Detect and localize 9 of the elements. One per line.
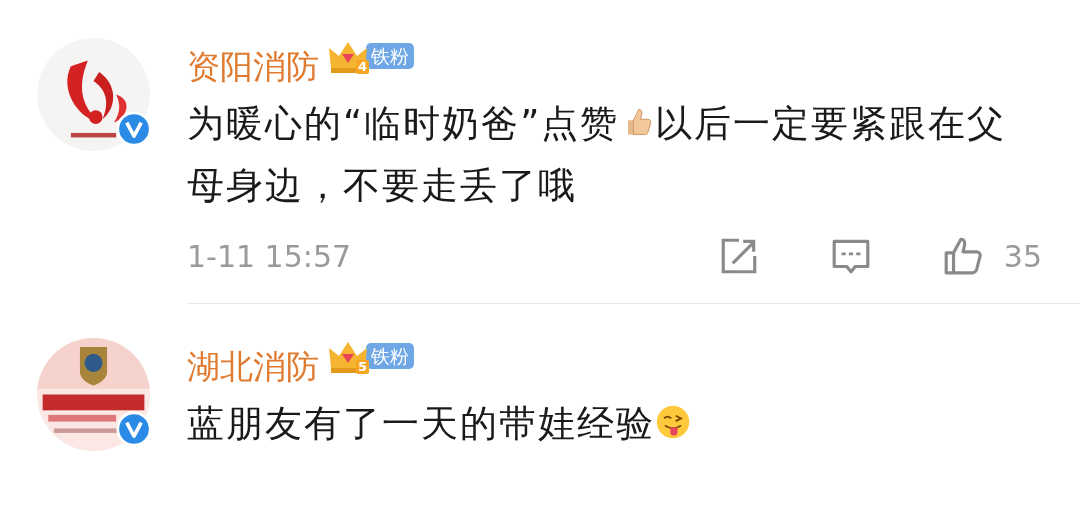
like-count: 35 <box>1003 237 1042 276</box>
user-name[interactable]: 湖北消防 <box>187 347 319 386</box>
fan-badge: 铁粉 <box>366 43 414 69</box>
tongue-face-icon <box>655 404 691 440</box>
fan-badge: 铁粉 <box>366 343 414 369</box>
comment-text: 为暖心的“临时奶爸”点赞 以后一定要紧跟在父母身边，不要走丢了哦 <box>187 101 1007 209</box>
timestamp: 1-11 15:57 <box>187 237 353 276</box>
user-name[interactable]: 资阳消防 <box>187 47 319 86</box>
comment-text: 蓝朋友有了一天的带娃经验 <box>187 393 1007 455</box>
